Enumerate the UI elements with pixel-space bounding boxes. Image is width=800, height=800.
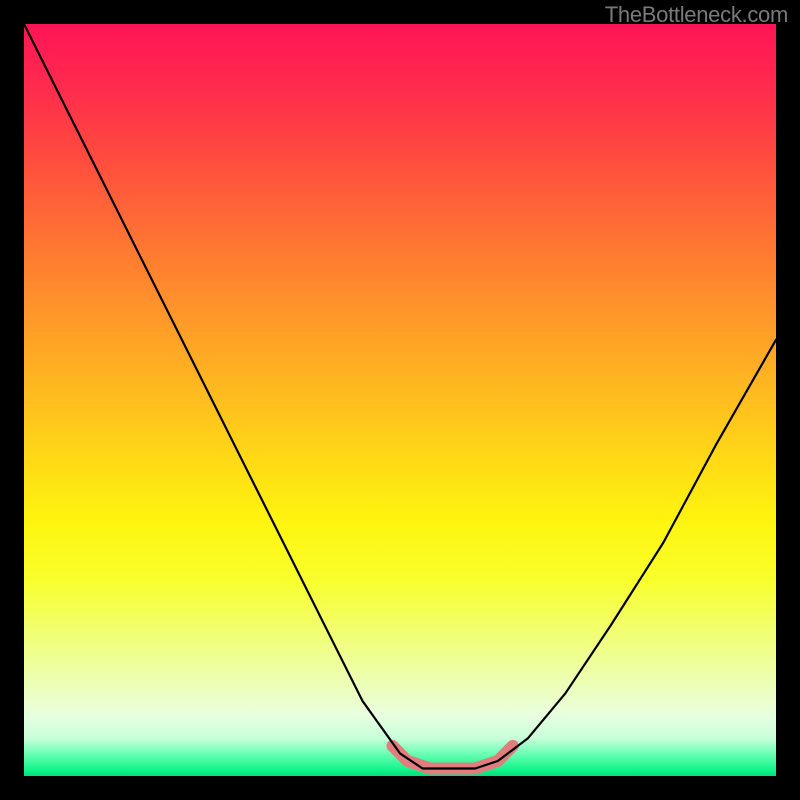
chart-frame: TheBottleneck.com [0, 0, 800, 800]
chart-plot-area [24, 24, 776, 776]
bottleneck-curve [24, 24, 776, 769]
chart-svg [24, 24, 776, 776]
salmon-base-highlight [393, 746, 513, 769]
